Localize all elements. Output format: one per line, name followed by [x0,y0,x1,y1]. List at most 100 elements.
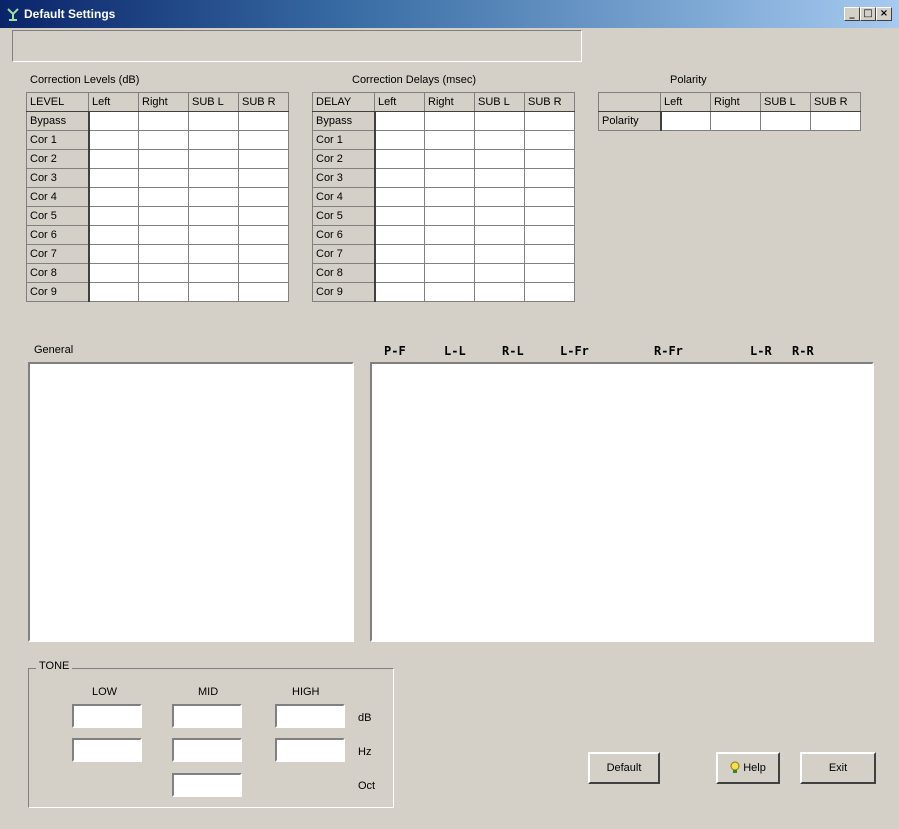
grid-cell[interactable] [188,263,239,283]
grid-cell[interactable] [524,187,575,207]
grid-cell[interactable] [88,149,139,169]
grid-cell[interactable] [524,282,575,302]
grid-cell[interactable] [238,111,289,131]
grid-row-header[interactable]: Cor 6 [312,225,376,245]
grid-cell[interactable] [138,244,189,264]
grid-cell[interactable] [188,244,239,264]
grid-cell[interactable] [88,263,139,283]
grid-cell[interactable] [424,206,475,226]
help-button[interactable]: Help [716,752,780,784]
grid-cell[interactable] [760,111,811,131]
levels-grid[interactable]: LEVEL Left Right SUB L SUB R Bypass Cor 1 Cor 2… [26,92,289,302]
grid-row-header[interactable]: Cor 7 [312,244,376,264]
tone-low-hz-input[interactable] [72,738,142,762]
grid-row-header[interactable]: Cor 5 [26,206,90,226]
grid-cell[interactable] [374,263,425,283]
grid-cell[interactable] [88,225,139,245]
grid-cell[interactable] [524,225,575,245]
grid-cell[interactable] [138,263,189,283]
grid-row-header[interactable]: Cor 1 [312,130,376,150]
grid-cell[interactable] [188,149,239,169]
tone-high-db-input[interactable] [275,704,345,728]
grid-cell[interactable] [188,187,239,207]
grid-cell[interactable] [474,282,525,302]
grid-cell[interactable] [474,149,525,169]
grid-row-header[interactable]: Cor 6 [26,225,90,245]
grid-cell[interactable] [238,263,289,283]
grid-cell[interactable] [188,282,239,302]
channel-listbox[interactable] [370,362,874,642]
grid-cell[interactable] [138,130,189,150]
grid-cell[interactable] [238,130,289,150]
minimize-button[interactable]: _ [844,7,860,21]
grid-cell[interactable] [238,225,289,245]
grid-cell[interactable] [424,168,475,188]
grid-cell[interactable] [424,111,475,131]
grid-cell[interactable] [424,130,475,150]
grid-row-header[interactable]: Cor 5 [312,206,376,226]
grid-column-header[interactable]: SUB L [188,92,239,112]
title-bar[interactable]: Default Settings _ □ × [0,0,899,28]
grid-cell[interactable] [710,111,761,131]
grid-cell[interactable] [188,206,239,226]
grid-cell[interactable] [524,206,575,226]
grid-row-header[interactable]: Cor 3 [26,168,90,188]
grid-cell[interactable] [88,206,139,226]
grid-cell[interactable] [188,168,239,188]
grid-cell[interactable] [374,225,425,245]
grid-cell[interactable] [474,244,525,264]
grid-cell[interactable] [374,130,425,150]
grid-cell[interactable] [374,206,425,226]
grid-cell[interactable] [138,168,189,188]
grid-cell[interactable] [474,168,525,188]
grid-cell[interactable] [374,187,425,207]
grid-cell[interactable] [88,168,139,188]
grid-column-header[interactable]: Right [424,92,475,112]
grid-cell[interactable] [188,111,239,131]
grid-cell[interactable] [88,282,139,302]
grid-column-header[interactable]: Left [88,92,139,112]
grid-cell[interactable] [374,168,425,188]
grid-cell[interactable] [138,187,189,207]
polarity-grid[interactable]: Left Right SUB L SUB R Polarity [598,92,861,131]
grid-row-header[interactable]: Bypass [312,111,376,131]
grid-row-header[interactable]: Cor 7 [26,244,90,264]
grid-cell[interactable] [238,187,289,207]
grid-cell[interactable] [138,149,189,169]
grid-row-header[interactable]: Cor 3 [312,168,376,188]
grid-column-header[interactable]: SUB R [810,92,861,112]
grid-row-header[interactable]: Cor 4 [26,187,90,207]
grid-row-header[interactable]: Cor 2 [312,149,376,169]
tone-mid-oct-input[interactable] [172,773,242,797]
grid-cell[interactable] [188,130,239,150]
tone-mid-db-input[interactable] [172,704,242,728]
grid-column-header[interactable]: SUB L [760,92,811,112]
grid-cell[interactable] [424,225,475,245]
grid-cell[interactable] [524,168,575,188]
grid-cell[interactable] [424,149,475,169]
default-button[interactable]: Default [588,752,660,784]
grid-cell[interactable] [660,111,711,131]
general-listbox[interactable] [28,362,354,642]
grid-cell[interactable] [374,244,425,264]
grid-cell[interactable] [524,149,575,169]
close-button[interactable]: × [876,7,892,21]
grid-cell[interactable] [88,111,139,131]
grid-row-header[interactable]: Cor 8 [312,263,376,283]
grid-cell[interactable] [88,130,139,150]
grid-cell[interactable] [810,111,861,131]
tone-low-db-input[interactable] [72,704,142,728]
grid-column-header[interactable]: Right [138,92,189,112]
grid-column-header[interactable]: SUB R [524,92,575,112]
grid-cell[interactable] [474,225,525,245]
grid-cell[interactable] [238,168,289,188]
grid-cell[interactable] [424,244,475,264]
grid-cell[interactable] [374,282,425,302]
grid-cell[interactable] [88,187,139,207]
grid-row-header[interactable]: Cor 9 [312,282,376,302]
grid-cell[interactable] [188,225,239,245]
grid-cell[interactable] [474,111,525,131]
grid-cell[interactable] [474,187,525,207]
grid-cell[interactable] [138,282,189,302]
grid-cell[interactable] [374,149,425,169]
